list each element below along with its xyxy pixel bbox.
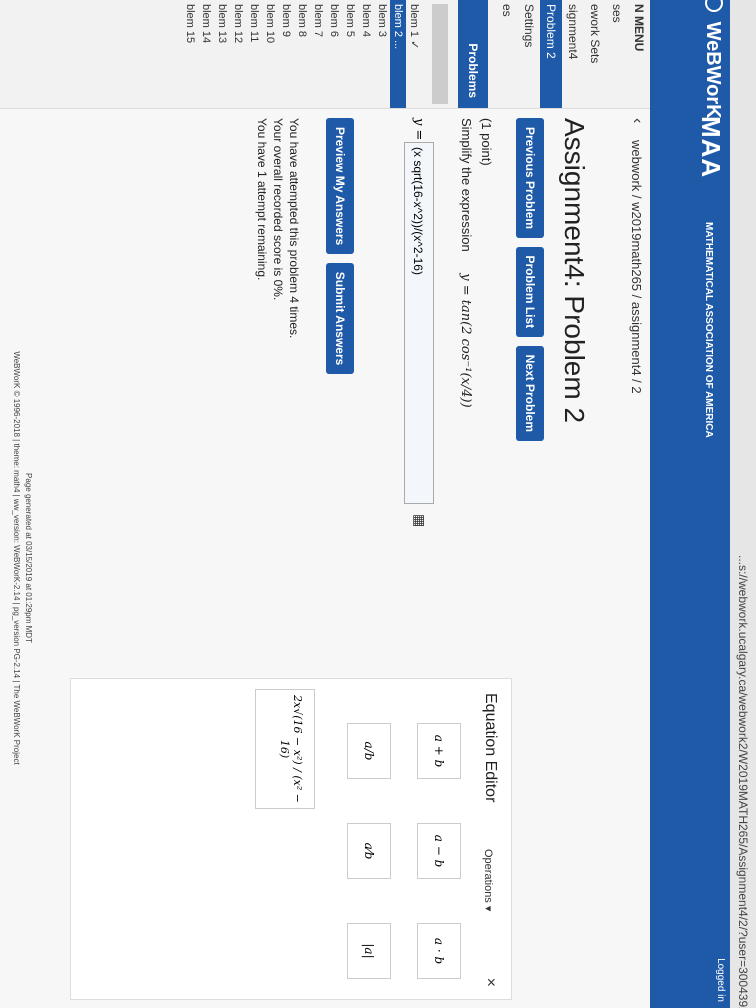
next-problem-button[interactable]: Next Problem [516,345,544,441]
sidebar-problem-2[interactable]: blem 2 ... [390,0,406,108]
eq-divide-button[interactable]: a/b [347,723,391,779]
problem-expression: y = tan(2 cos⁻¹(x/4)) [458,273,473,408]
breadcrumb[interactable]: webwork / w2019math265 / assignment4 / 2 [629,140,644,394]
equation-editor-icon[interactable]: ▦ [411,514,428,527]
sidebar-problem-5[interactable]: blem 5 [342,0,358,108]
previous-problem-button[interactable]: Previous Problem [516,118,544,239]
sidebar-problem-14[interactable]: blem 14 [198,0,214,108]
problem-nav: Previous Problem Problem List Next Probl… [516,118,544,445]
eq-add-button[interactable]: a + b [417,723,461,779]
attempt-status: You have attempted this problem 4 times.… [254,118,302,338]
footer-generated: Page generated at 03/15/2019 at 01:29pm … [24,473,33,643]
sidebar-progress-bar [432,4,448,104]
eq-subtract-button[interactable]: a − b [417,823,461,879]
close-icon[interactable]: × [481,978,499,987]
brand-text: WeBWorK [702,21,724,119]
sidebar-item-grades[interactable]: es [496,0,518,108]
rotated-screen: ...s://webwork.ucalgary.ca/webwork2/W201… [0,0,756,1008]
sidebar-item-assignment4[interactable]: signment4 [562,0,584,108]
sidebar-menu-title: N MENU [632,4,646,52]
sidebar-problem-15[interactable]: blem 15 [182,0,198,108]
status-remaining: You have 1 attempt remaining. [255,118,269,281]
logged-in-text: Logged in [715,958,726,1002]
page-title: Assignment4: Problem 2 [559,118,590,424]
webwork-brand[interactable]: WeBWorK [701,0,724,119]
eq-abs-button[interactable]: |a| [347,923,391,979]
preview-answers-button[interactable]: Preview My Answers [326,118,354,255]
sidebar: N MENU ses ework Sets signment4 Problem … [0,0,650,109]
maa-logo[interactable]: MAA [695,116,726,178]
sidebar-problem-6[interactable]: blem 6 [326,0,342,108]
top-banner: WeBWorK MAA MATHEMATICAL ASSOCIATION OF … [650,0,730,1008]
sidebar-problem-11[interactable]: blem 11 [246,0,262,108]
address-bar[interactable]: ...s://webwork.ucalgary.ca/webwork2/W201… [730,0,756,1008]
sidebar-problem-8[interactable]: blem 8 [294,0,310,108]
eq-fraction-button[interactable]: a⁄b [347,823,391,879]
equation-preview: 2x√(16 − x²) / (x² − 16) [255,689,315,809]
equation-editor-title: Equation Editor [482,693,499,803]
equation-editor-panel: Equation Editor Operations ▾ × a + b a −… [70,678,512,1000]
problem-instruction: Simplify the expression y = tan(2 cos⁻¹(… [458,118,474,408]
back-chevron-icon[interactable]: ‹ [628,118,646,123]
sidebar-problem-7[interactable]: blem 7 [310,0,326,108]
sidebar-problem-13[interactable]: blem 13 [214,0,230,108]
footer: Page generated at 03/15/2019 at 01:29pm … [10,258,34,858]
answer-input[interactable]: (x sqrt(16-x^2))/(x^2-16) [404,142,434,504]
status-attempts: You have attempted this problem 4 times. [287,118,301,339]
main-content: ‹ webwork / w2019math265 / assignment4 /… [12,118,646,1000]
sidebar-problem-9[interactable]: blem 9 [278,0,294,108]
status-score: Your overall recorded score is 0%. [271,118,285,301]
answer-label: y = [411,118,426,141]
sidebar-item-homework-sets[interactable]: ework Sets [584,0,606,108]
answer-actions: Preview My Answers Submit Answers [326,118,354,378]
webwork-logo-icon [705,0,723,12]
maa-subtitle: MATHEMATICAL ASSOCIATION OF AMERICA [703,222,714,438]
sidebar-item-settings[interactable]: Settings [518,0,540,108]
sidebar-problems-heading: Problems [458,0,488,108]
problem-list-button[interactable]: Problem List [516,246,544,338]
sidebar-problem-10[interactable]: blem 10 [262,0,278,108]
problem-points: (1 point) [479,118,494,166]
sidebar-problem-1[interactable]: blem 1 ✓ [406,0,422,108]
eq-multiply-button[interactable]: a · b [417,923,461,979]
url-text: ...s://webwork.ucalgary.ca/webwork2/W201… [736,555,750,1008]
sidebar-item-courses[interactable]: ses [606,0,628,108]
sidebar-problem-3[interactable]: blem 3 [374,0,390,108]
sidebar-problem-12[interactable]: blem 12 [230,0,246,108]
operations-dropdown[interactable]: Operations ▾ [482,849,495,911]
submit-answers-button[interactable]: Submit Answers [326,262,354,375]
sidebar-problem-4[interactable]: blem 4 [358,0,374,108]
footer-copyright: WeBWorK © 1996-2018 | theme: math4 | ww_… [12,351,21,765]
instruction-text: Simplify the expression [459,118,474,252]
sidebar-item-problem2[interactable]: Problem 2 [540,0,562,108]
